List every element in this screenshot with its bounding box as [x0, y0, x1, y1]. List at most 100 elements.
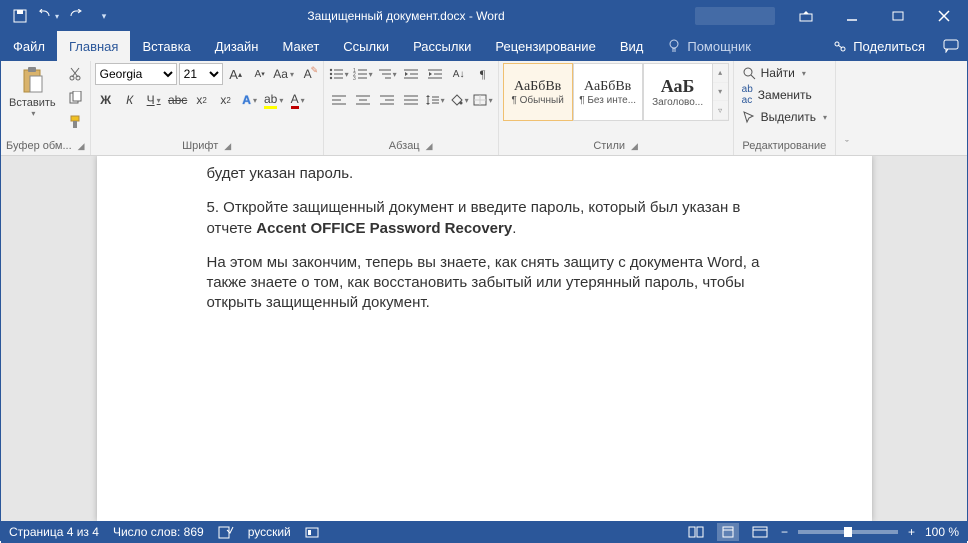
zoom-slider[interactable]	[798, 530, 898, 534]
paste-button[interactable]: Вставить▾	[5, 63, 60, 120]
tab-insert[interactable]: Вставка	[130, 31, 202, 61]
shrink-font[interactable]: A▾	[249, 63, 271, 85]
tab-review[interactable]: Рецензирование	[483, 31, 607, 61]
document-area[interactable]: будет указан пароль. 5. Откройте защищен…	[1, 156, 967, 521]
print-layout-icon	[721, 526, 735, 538]
change-case[interactable]: Aa▾	[273, 63, 295, 85]
status-macros[interactable]	[305, 525, 319, 539]
group-editing-label: Редактирование	[742, 140, 826, 152]
save-button[interactable]	[7, 3, 33, 29]
undo-icon	[37, 9, 53, 23]
numbering-icon: 123	[353, 68, 367, 80]
style-heading1[interactable]: АаБ Заголово...	[643, 63, 713, 121]
subscript-button[interactable]: x2	[191, 89, 213, 111]
tab-mailings[interactable]: Рассылки	[401, 31, 483, 61]
collapse-ribbon[interactable]: ˇ	[836, 61, 858, 155]
spacing-icon	[425, 94, 439, 106]
styles-launcher[interactable]: ◢	[631, 141, 638, 152]
replace-button[interactable]: abacЗаменить	[738, 83, 831, 107]
group-styles: АаБбВв ¶ Обычный АаБбВв ¶ Без инте... Аа…	[499, 61, 734, 155]
ribbon-display-options[interactable]	[783, 1, 829, 31]
find-button[interactable]: Найти▾	[738, 65, 831, 81]
tell-me[interactable]: Помощник	[655, 31, 763, 61]
cut-button[interactable]	[64, 63, 86, 85]
bold-button[interactable]: Ж	[95, 89, 117, 111]
align-left-icon	[332, 94, 346, 106]
maximize-button[interactable]	[875, 1, 921, 31]
borders-icon	[473, 94, 487, 106]
redo-button[interactable]	[63, 3, 89, 29]
font-color-button[interactable]: A▾	[287, 89, 309, 111]
status-page[interactable]: Страница 4 из 4	[9, 525, 99, 539]
italic-button[interactable]: К	[119, 89, 141, 111]
close-icon	[938, 10, 950, 22]
text-paragraph-2: На этом мы закончим, теперь вы знаете, к…	[207, 253, 782, 314]
clipboard-launcher[interactable]: ◢	[78, 141, 85, 152]
brush-icon	[68, 115, 82, 129]
styles-more[interactable]: ▿	[713, 101, 728, 120]
tab-view[interactable]: Вид	[608, 31, 656, 61]
search-icon	[742, 66, 756, 80]
show-marks[interactable]: ¶	[472, 63, 494, 85]
font-launcher[interactable]: ◢	[224, 141, 231, 152]
grow-font[interactable]: A▴	[225, 63, 247, 85]
quick-access-toolbar: ▾ ▾	[1, 3, 117, 29]
share-icon	[833, 39, 847, 53]
view-web-layout[interactable]	[749, 523, 771, 541]
text-effects[interactable]: A▾	[239, 89, 261, 111]
view-read-mode[interactable]	[685, 523, 707, 541]
copy-button[interactable]	[64, 87, 86, 109]
font-name-combo[interactable]: Georgia	[95, 63, 177, 85]
select-button[interactable]: Выделить▾	[738, 109, 831, 125]
status-language[interactable]: русский	[248, 525, 291, 539]
qat-customize[interactable]: ▾	[91, 3, 117, 29]
status-proofing[interactable]	[218, 525, 234, 539]
zoom-out[interactable]: −	[781, 525, 788, 539]
align-left[interactable]	[328, 89, 350, 111]
tab-home[interactable]: Главная	[57, 31, 130, 61]
close-button[interactable]	[921, 1, 967, 31]
shading-button[interactable]: ▾	[448, 89, 470, 111]
group-clipboard-label: Буфер обм...	[6, 140, 72, 152]
share-label: Поделиться	[853, 39, 925, 54]
align-center[interactable]	[352, 89, 374, 111]
styles-down[interactable]: ▾	[713, 83, 728, 102]
tab-file[interactable]: Файл	[1, 31, 57, 61]
strikethrough-button[interactable]: abc	[167, 89, 189, 111]
minimize-button[interactable]	[829, 1, 875, 31]
highlight-button[interactable]: ab▾	[263, 89, 285, 111]
style-no-spacing[interactable]: АаБбВв ¶ Без инте...	[573, 63, 643, 121]
superscript-button[interactable]: x2	[215, 89, 237, 111]
numbering-button[interactable]: 123▾	[352, 63, 374, 85]
zoom-level[interactable]: 100 %	[925, 525, 959, 539]
styles-up[interactable]: ▴	[713, 64, 728, 83]
undo-button[interactable]: ▾	[35, 3, 61, 29]
sort-button[interactable]: A↓	[448, 63, 470, 85]
styles-scroll[interactable]: ▴ ▾ ▿	[713, 63, 729, 121]
style-normal[interactable]: АаБбВв ¶ Обычный	[503, 63, 573, 121]
format-painter-button[interactable]	[64, 111, 86, 133]
tab-layout[interactable]: Макет	[270, 31, 331, 61]
line-spacing[interactable]: ▾	[424, 89, 446, 111]
view-print-layout[interactable]	[717, 523, 739, 541]
increase-indent[interactable]	[424, 63, 446, 85]
clear-formatting[interactable]: A✎	[297, 63, 319, 85]
paragraph-launcher[interactable]: ◢	[426, 141, 433, 152]
decrease-indent[interactable]	[400, 63, 422, 85]
cursor-icon	[742, 110, 756, 124]
share-button[interactable]: Поделиться	[823, 39, 935, 54]
align-right[interactable]	[376, 89, 398, 111]
comments-button[interactable]	[935, 39, 967, 53]
group-editing: Найти▾ abacЗаменить Выделить▾ Редактиров…	[734, 61, 836, 155]
zoom-in[interactable]: +	[908, 525, 915, 539]
multilevel-button[interactable]: ▾	[376, 63, 398, 85]
tab-references[interactable]: Ссылки	[331, 31, 401, 61]
zoom-thumb[interactable]	[844, 527, 852, 537]
tab-design[interactable]: Дизайн	[203, 31, 271, 61]
justify[interactable]	[400, 89, 422, 111]
font-size-combo[interactable]: 21	[179, 63, 223, 85]
status-words[interactable]: Число слов: 869	[113, 525, 204, 539]
borders-button[interactable]: ▾	[472, 89, 494, 111]
underline-button[interactable]: Ч▾	[143, 89, 165, 111]
bullets-button[interactable]: ▾	[328, 63, 350, 85]
